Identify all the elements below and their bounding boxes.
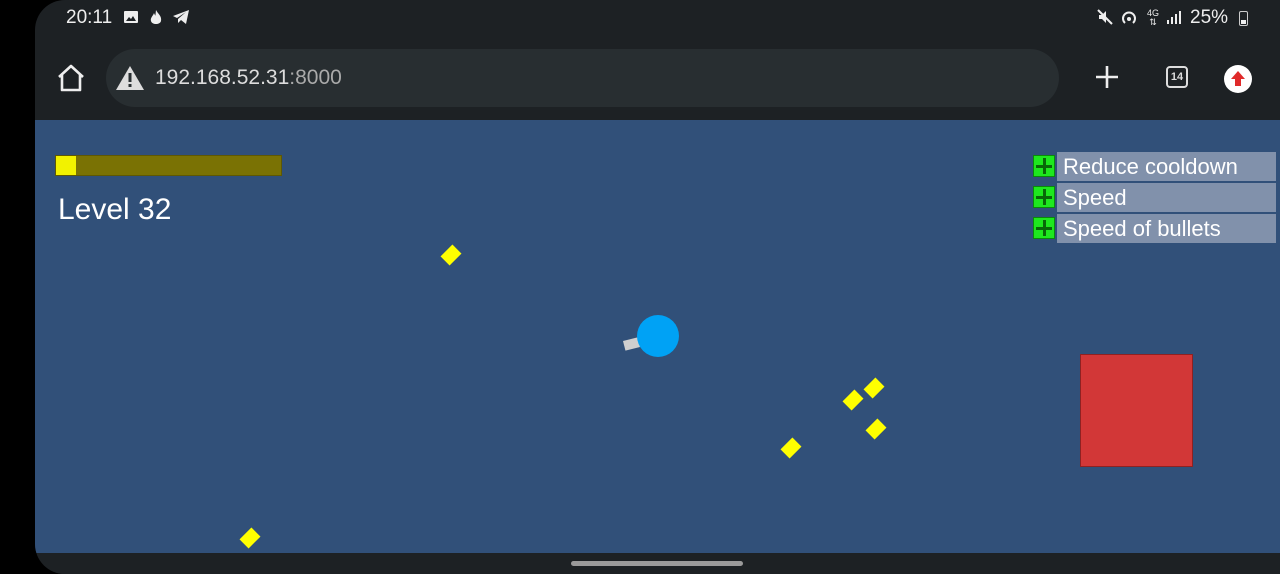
upgrade-plus-button[interactable] — [1033, 186, 1055, 208]
upgrade-plus-button[interactable] — [1033, 155, 1055, 177]
gesture-bar — [35, 553, 1280, 574]
telegram-icon — [172, 9, 190, 27]
upgrade-plus-button[interactable] — [1033, 217, 1055, 239]
xp-gem — [440, 244, 462, 266]
phone-screen: 20:11 4G ⇅ 25% 192.168.52.31:8000 14 Lev… — [35, 0, 1280, 574]
xp-gem — [863, 377, 885, 399]
battery-percent: 25% — [1190, 7, 1229, 28]
home-gesture-handle[interactable] — [571, 561, 743, 566]
warning-icon[interactable] — [115, 65, 145, 91]
browser-toolbar: 192.168.52.31:8000 14 — [35, 36, 1280, 120]
upgrade-label: Speed of bullets — [1057, 214, 1276, 243]
upgrade-row: Reduce cooldown — [1033, 151, 1276, 182]
xp-gem — [865, 418, 887, 440]
update-button[interactable] — [1224, 65, 1252, 93]
battery-icon — [1239, 11, 1248, 26]
home-icon — [58, 64, 84, 92]
upgrade-row: Speed — [1033, 182, 1276, 213]
image-icon — [122, 9, 140, 27]
tabs-button[interactable]: 14 — [1166, 66, 1188, 88]
game-canvas[interactable]: Level 32 Reduce cooldown Speed Speed of … — [35, 120, 1280, 553]
new-tab-button[interactable] — [1092, 62, 1122, 92]
plus-icon — [1096, 66, 1118, 88]
upgrade-row: Speed of bullets — [1033, 213, 1276, 244]
status-bar: 20:11 4G ⇅ 25% — [35, 0, 1280, 36]
upgrade-label: Reduce cooldown — [1057, 152, 1276, 181]
home-button[interactable] — [53, 60, 89, 96]
upgrade-label: Speed — [1057, 183, 1276, 212]
xp-gem — [780, 437, 802, 459]
hotspot-icon — [1120, 9, 1138, 27]
url-text[interactable]: 192.168.52.31:8000 — [155, 66, 342, 90]
address-bar[interactable]: 192.168.52.31:8000 — [106, 49, 1059, 107]
level-label: Level 32 — [58, 193, 172, 226]
update-icon — [1231, 71, 1245, 86]
xp-bar-fill — [56, 156, 77, 175]
signal-icon — [1165, 9, 1183, 27]
status-time: 20:11 — [66, 7, 113, 28]
xp-gem — [842, 389, 864, 411]
enemy-square — [1080, 354, 1193, 467]
xp-gem — [239, 527, 261, 549]
upgrade-list: Reduce cooldown Speed Speed of bullets — [1033, 151, 1276, 244]
xp-bar — [55, 155, 282, 176]
url-host: 192.168.52.31 — [155, 66, 290, 89]
4g-icon: 4G ⇅ — [1146, 8, 1159, 27]
mute-icon — [1096, 9, 1114, 27]
player-ship — [637, 315, 679, 357]
flame-icon — [147, 9, 165, 27]
url-port: :8000 — [289, 66, 342, 89]
